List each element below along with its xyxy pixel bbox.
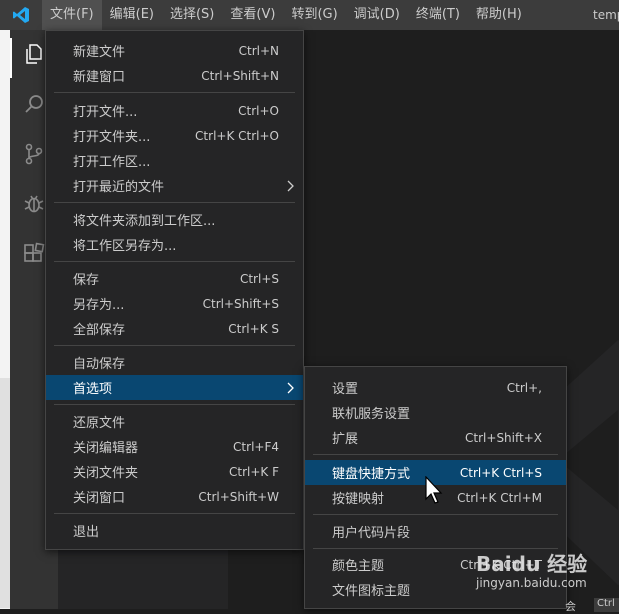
menu-item-shortcut: Ctrl+K S [228, 321, 279, 336]
menu-item-label: 键盘快捷方式 [332, 467, 411, 482]
menu-item-shortcut: Ctrl+S [239, 271, 279, 286]
menu-item-shortcut: Ctrl+Shift+S [202, 296, 279, 311]
menu-item-label: 文件图标主题 [332, 584, 411, 599]
baidu-watermark: Baidu 经验 jingyan.baidu.com [476, 548, 616, 598]
menu-bar: 文件(F) 编辑(E) 选择(S) 查看(V) 转到(G) 调试(D) 终端(T… [42, 0, 530, 30]
status-pill: Ctrl [594, 598, 619, 612]
menu-separator [54, 92, 295, 93]
search-icon[interactable] [20, 90, 48, 118]
debug-icon[interactable] [20, 190, 48, 218]
watermark-brand: Baidu 经验 [476, 552, 588, 576]
menu-item-close-editor[interactable]: 关闭编辑器 Ctrl+F4 [46, 434, 303, 459]
menu-item-shortcut: Ctrl+O [238, 103, 279, 118]
menu-item-label: 设置 [332, 382, 359, 397]
menu-selection[interactable]: 选择(S) [162, 0, 222, 30]
menu-item-label: 扩展 [332, 432, 359, 447]
status-fragment: 会 [565, 600, 576, 613]
menu-item-label: 新建文件 [73, 45, 126, 60]
explorer-icon[interactable] [20, 40, 48, 68]
menu-item-label: 将文件夹添加到工作区... [73, 214, 216, 229]
menu-item-close-folder[interactable]: 关闭文件夹 Ctrl+K F [46, 459, 303, 484]
menu-debug[interactable]: 调试(D) [346, 0, 408, 30]
menu-item-shortcut: Ctrl+Shift+N [201, 68, 279, 83]
menu-item-shortcut: Ctrl+F4 [233, 439, 279, 454]
menu-item-new-window[interactable]: 新建窗口 Ctrl+Shift+N [46, 63, 303, 88]
menu-item-label: 将工作区另存为... [73, 239, 177, 254]
vscode-logo-icon [0, 0, 42, 30]
menu-item-label: 自动保存 [73, 357, 126, 372]
menu-item-revert-file[interactable]: 还原文件 [46, 409, 303, 434]
menu-item-exit[interactable]: 退出 [46, 518, 303, 543]
menu-item-extensions[interactable]: 扩展 Ctrl+Shift+X [305, 425, 566, 450]
menu-item-label: 关闭文件夹 [73, 466, 139, 481]
menu-item-open-workspace[interactable]: 打开工作区... [46, 148, 303, 173]
menu-item-new-file[interactable]: 新建文件 Ctrl+N [46, 38, 303, 63]
menu-separator [54, 513, 295, 514]
active-indicator [10, 38, 12, 78]
menu-separator [54, 345, 295, 346]
menu-item-open-recent[interactable]: 打开最近的文件 [46, 173, 303, 198]
mouse-cursor-icon [425, 476, 443, 504]
menu-item-save-workspace-as[interactable]: 将工作区另存为... [46, 232, 303, 257]
menu-item-label: 打开最近的文件 [73, 180, 165, 195]
menu-item-open-file[interactable]: 打开文件... Ctrl+O [46, 98, 303, 123]
menu-item-shortcut: Ctrl+N [238, 43, 279, 58]
source-control-icon[interactable] [20, 140, 48, 168]
menu-item-label: 用户代码片段 [332, 526, 411, 541]
extensions-icon[interactable] [20, 240, 48, 268]
menu-item-open-folder[interactable]: 打开文件夹... Ctrl+K Ctrl+O [46, 123, 303, 148]
menu-item-label: 联机服务设置 [332, 407, 411, 422]
menu-terminal[interactable]: 终端(T) [408, 0, 468, 30]
menu-item-online-services-settings[interactable]: 联机服务设置 [305, 400, 566, 425]
menu-item-shortcut: Ctrl+Shift+X [465, 430, 542, 445]
menu-item-label: 打开文件... [73, 105, 138, 120]
menu-item-user-snippets[interactable]: 用户代码片段 [305, 519, 566, 544]
menu-item-label: 首选项 [73, 382, 113, 397]
menu-file[interactable]: 文件(F) [42, 0, 102, 30]
menu-item-shortcut: Ctrl+K Ctrl+O [195, 128, 279, 143]
menu-separator [54, 261, 295, 262]
menu-item-label: 打开文件夹... [73, 130, 151, 145]
menu-separator [54, 404, 295, 405]
menu-item-shortcut: Ctrl+K F [229, 464, 279, 479]
menu-item-close-window[interactable]: 关闭窗口 Ctrl+Shift+W [46, 484, 303, 509]
menu-item-label: 退出 [73, 525, 100, 540]
menu-item-label: 关闭编辑器 [73, 441, 139, 456]
menu-item-preferences[interactable]: 首选项 [46, 375, 303, 400]
chevron-right-icon [287, 180, 294, 192]
menu-edit[interactable]: 编辑(E) [102, 0, 162, 30]
outer-window-edge [0, 30, 10, 609]
menu-item-shortcut: Ctrl+K Ctrl+S [459, 465, 542, 480]
menu-separator [313, 454, 558, 455]
menu-item-shortcut: Ctrl+, [506, 380, 542, 395]
menu-view[interactable]: 查看(V) [222, 0, 283, 30]
menu-item-label: 全部保存 [73, 323, 126, 338]
chevron-right-icon [287, 382, 294, 394]
watermark-url: jingyan.baidu.com [476, 576, 587, 590]
menu-item-save[interactable]: 保存 Ctrl+S [46, 266, 303, 291]
outer-scrollbar [0, 378, 10, 608]
menu-item-label: 保存 [73, 273, 100, 288]
menu-item-save-as[interactable]: 另存为... Ctrl+Shift+S [46, 291, 303, 316]
menu-item-save-all[interactable]: 全部保存 Ctrl+K S [46, 316, 303, 341]
menu-item-label: 还原文件 [73, 416, 126, 431]
menu-separator [54, 202, 295, 203]
window-title: temp [593, 8, 619, 22]
menu-item-label: 关闭窗口 [73, 491, 126, 506]
menu-go[interactable]: 转到(G) [283, 0, 345, 30]
menu-item-label: 按键映射 [332, 492, 385, 507]
menu-item-auto-save[interactable]: 自动保存 [46, 350, 303, 375]
menu-separator [313, 514, 558, 515]
menu-item-label: 颜色主题 [332, 559, 385, 574]
menu-help[interactable]: 帮助(H) [468, 0, 530, 30]
menu-item-add-folder-to-workspace[interactable]: 将文件夹添加到工作区... [46, 207, 303, 232]
menu-item-label: 打开工作区... [73, 155, 151, 170]
menu-item-label: 另存为... [73, 298, 125, 313]
menu-item-settings[interactable]: 设置 Ctrl+, [305, 375, 566, 400]
menu-item-shortcut: Ctrl+Shift+W [198, 489, 279, 504]
title-bar: 文件(F) 编辑(E) 选择(S) 查看(V) 转到(G) 调试(D) 终端(T… [0, 0, 619, 30]
menu-item-shortcut: Ctrl+K Ctrl+M [457, 490, 542, 505]
menu-item-label: 新建窗口 [73, 70, 126, 85]
file-menu: 新建文件 Ctrl+N 新建窗口 Ctrl+Shift+N 打开文件... Ct… [45, 30, 304, 550]
